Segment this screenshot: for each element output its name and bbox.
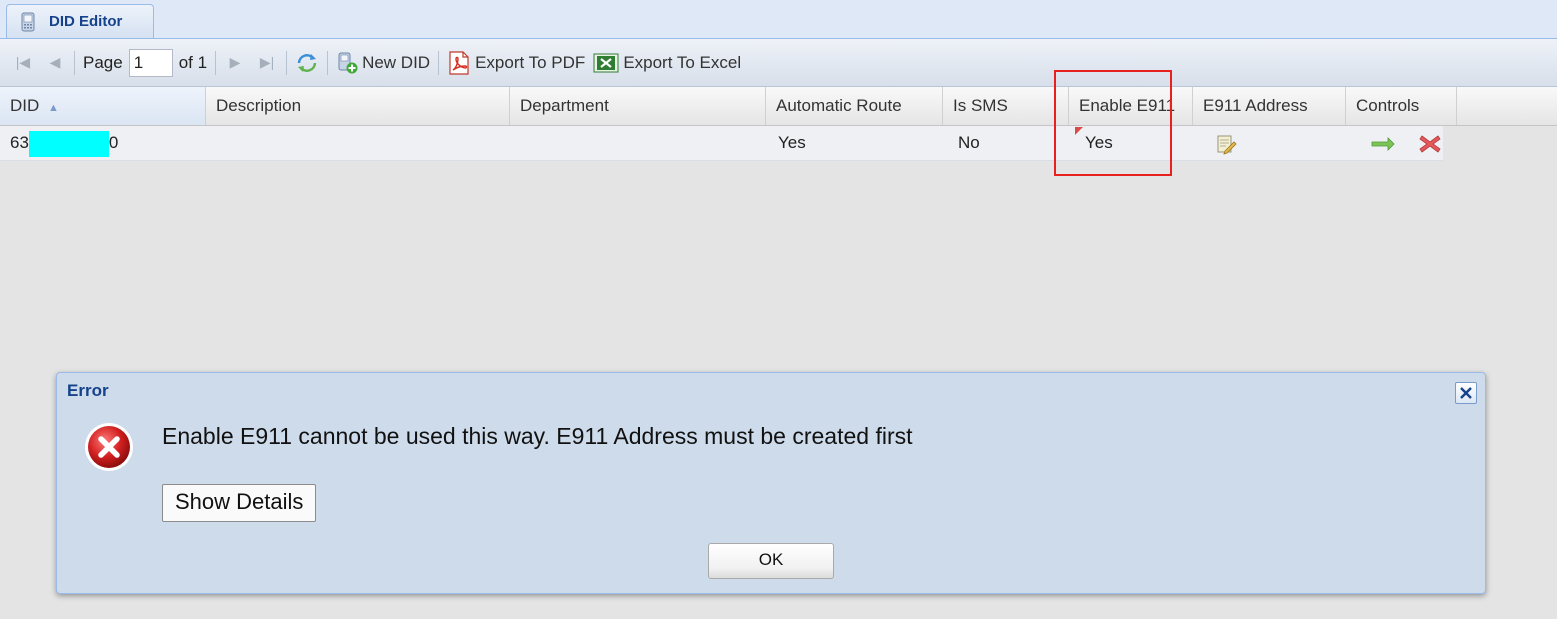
new-did-button[interactable]: New DID	[336, 52, 430, 74]
new-phone-icon	[338, 52, 358, 73]
first-page-icon[interactable]: |◀	[12, 54, 34, 71]
grid-header: DID ▲ Description Department Automatic R…	[0, 87, 1557, 126]
table-row[interactable]: 63 0 Yes No Yes	[0, 126, 1443, 161]
did-cell[interactable]: 63 0	[0, 126, 206, 160]
column-header-did[interactable]: DID ▲	[0, 87, 206, 125]
close-button[interactable]	[1455, 382, 1477, 404]
description-cell[interactable]	[206, 126, 510, 160]
department-cell[interactable]	[510, 126, 766, 160]
pdf-icon	[449, 50, 469, 75]
paging-toolbar: |◀ ◀ Page 1 of 1 ▶ ▶| New DID Export To …	[0, 39, 1557, 87]
toolbar-separator	[286, 50, 288, 75]
close-icon	[1460, 387, 1472, 399]
error-icon	[85, 423, 133, 471]
export-pdf-label: Export To PDF	[475, 52, 586, 72]
toolbar-separator	[215, 50, 217, 75]
tab-did-editor[interactable]: DID Editor	[6, 4, 154, 38]
is-sms-cell[interactable]: No	[948, 126, 1069, 160]
column-header-automatic-route[interactable]: Automatic Route	[766, 87, 943, 125]
ok-button[interactable]: OK	[708, 543, 834, 579]
next-page-icon[interactable]: ▶	[224, 54, 246, 71]
automatic-route-cell[interactable]: Yes	[768, 126, 943, 160]
arrow-right-icon[interactable]	[1370, 134, 1396, 154]
toolbar-separator	[438, 50, 440, 75]
tab-strip: DID Editor	[0, 0, 1557, 39]
column-header-controls[interactable]: Controls	[1346, 87, 1457, 125]
page-count: of 1	[178, 52, 208, 72]
export-excel-label: Export To Excel	[623, 52, 742, 72]
column-header-department[interactable]: Department	[510, 87, 766, 125]
excel-icon	[593, 53, 619, 72]
phone-icon	[21, 12, 35, 31]
redaction-block	[28, 130, 109, 157]
show-details-button[interactable]: Show Details	[162, 484, 317, 522]
annotation-highlight-box	[1054, 70, 1172, 176]
sort-ascending-icon: ▲	[48, 102, 59, 114]
error-message: Enable E911 cannot be used this way. E91…	[162, 423, 913, 449]
toolbar-separator	[327, 50, 329, 75]
delete-icon[interactable]	[1417, 132, 1443, 156]
column-header-description[interactable]: Description	[206, 87, 510, 125]
page-number-input[interactable]: 1	[128, 48, 173, 77]
toolbar-separator	[74, 50, 75, 75]
refresh-icon[interactable]	[295, 52, 319, 74]
e911-address-cell[interactable]	[1205, 126, 1346, 160]
dialog-title: Error	[67, 381, 109, 400]
column-header-e911-address[interactable]: E911 Address	[1193, 87, 1346, 125]
tab-label: DID Editor	[49, 13, 123, 30]
export-pdf-button[interactable]: Export To PDF	[447, 50, 586, 75]
new-did-label: New DID	[362, 52, 431, 72]
page-label: Page	[83, 52, 123, 72]
last-page-icon[interactable]: ▶|	[256, 54, 278, 71]
column-header-is-sms[interactable]: Is SMS	[943, 87, 1069, 125]
edit-address-icon[interactable]	[1215, 133, 1237, 155]
export-excel-button[interactable]: Export To Excel	[593, 52, 741, 74]
error-dialog: Error Enable E911 cannot be used this wa…	[56, 372, 1486, 594]
prev-page-icon[interactable]: ◀	[44, 54, 66, 71]
controls-cell	[1360, 126, 1443, 160]
